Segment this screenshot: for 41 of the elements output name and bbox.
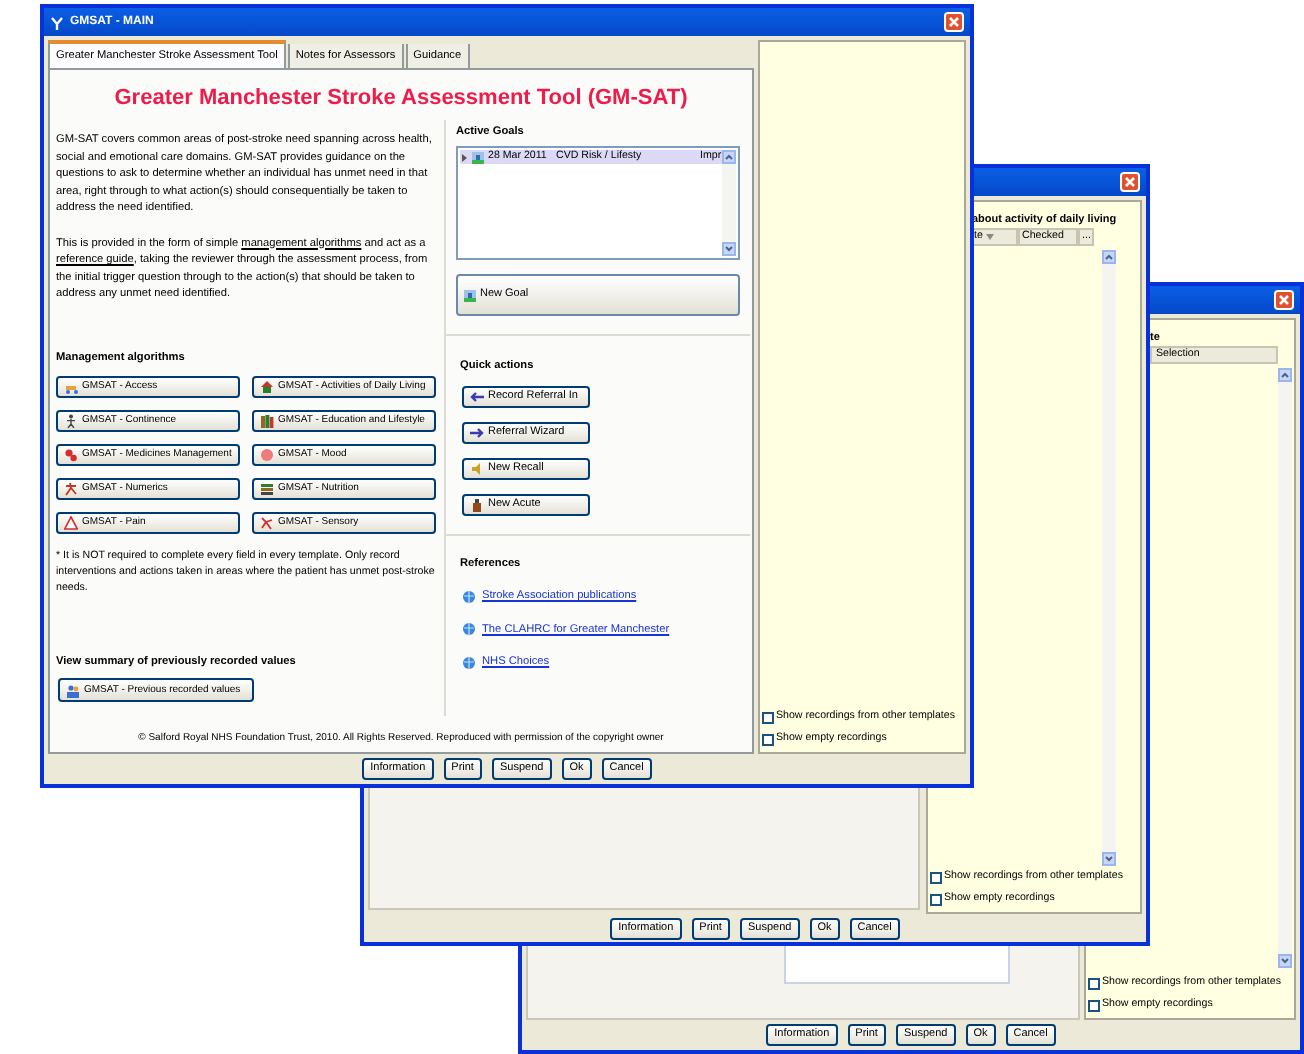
sort-icon xyxy=(986,234,995,240)
close-button[interactable] xyxy=(1274,290,1294,310)
house-icon xyxy=(260,379,274,394)
circle-icon xyxy=(260,447,274,462)
checkbox[interactable] xyxy=(762,711,774,723)
checkbox[interactable] xyxy=(762,733,774,745)
close-icon xyxy=(948,16,960,28)
scrollbar[interactable] xyxy=(722,150,736,257)
speaker-icon xyxy=(470,461,484,476)
globe-icon xyxy=(462,655,476,670)
goal-icon xyxy=(464,289,476,302)
scroll-up-icon xyxy=(1278,368,1292,382)
page-heading: Greater Manchester Stroke Assessment Tool (GM-SAT) xyxy=(112,84,690,114)
stack-icon xyxy=(260,481,274,496)
people-icon xyxy=(66,683,80,698)
arrow-icon xyxy=(470,389,484,404)
warning-icon xyxy=(64,515,78,530)
goal-icon xyxy=(472,151,484,164)
close-button[interactable] xyxy=(944,12,964,32)
pill-icon xyxy=(64,447,78,462)
checkbox[interactable] xyxy=(1088,999,1100,1011)
scroll-down-icon xyxy=(1102,852,1116,866)
scroll-up-icon xyxy=(722,150,736,165)
arrow-icon xyxy=(470,425,484,440)
scroll-up-icon xyxy=(1102,250,1116,264)
checkbox[interactable] xyxy=(930,871,942,883)
window-icon xyxy=(50,15,64,29)
close-icon xyxy=(1124,176,1136,188)
globe-icon xyxy=(462,622,476,637)
scroll-down-icon xyxy=(1278,954,1292,968)
expand-icon xyxy=(460,153,468,162)
globe-icon xyxy=(462,589,476,604)
close-button[interactable] xyxy=(1120,172,1140,192)
bottle-icon xyxy=(470,497,484,512)
scroll-down-icon xyxy=(722,242,736,257)
scrollbar[interactable] xyxy=(1278,368,1292,968)
close-icon xyxy=(1278,294,1290,306)
checkbox[interactable] xyxy=(1088,977,1100,989)
checkbox[interactable] xyxy=(930,893,942,905)
scrollbar[interactable] xyxy=(1102,250,1116,866)
books-icon xyxy=(260,413,274,428)
